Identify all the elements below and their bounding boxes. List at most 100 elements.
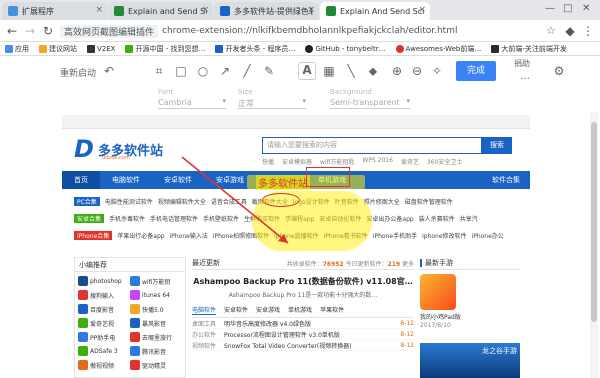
reload-icon[interactable]: ↻ — [40, 23, 56, 39]
ellipse-icon[interactable]: ○ — [196, 64, 210, 78]
site-search-input[interactable]: 请输入您要搜索的内容 — [262, 137, 482, 154]
app-item[interactable]: ADSafe 3 — [78, 345, 130, 357]
scrollbar-thumb[interactable] — [591, 122, 597, 322]
tab-pc-software[interactable]: 电脑软件 — [192, 305, 217, 315]
tab-extensions[interactable]: 扩展程序 × — [2, 2, 107, 20]
app-item[interactable]: itunes 64 — [130, 289, 182, 301]
fill-icon[interactable]: ⬥ — [366, 64, 380, 78]
screenshot-canvas[interactable]: D 多多软件站 ddooo.com 请输入您要搜索的内容 搜索 快播 安卓模拟器… — [62, 115, 530, 378]
close-tab-icon[interactable]: × — [95, 5, 103, 15]
tab-android-games[interactable]: 安卓游戏 — [256, 305, 280, 315]
annotation-ellipse[interactable] — [262, 193, 300, 207]
bookmark-oschina[interactable]: 开源中国 - 找到您想… — [120, 44, 210, 54]
done-button[interactable]: 完成 — [456, 61, 496, 81]
donate-link[interactable]: 捐助 — [514, 58, 530, 69]
bookmark-suggested[interactable]: 建议网站 — [34, 44, 82, 54]
hotword[interactable]: WPS 2016 — [362, 157, 393, 166]
close-window-icon[interactable]: ✕ — [582, 3, 590, 14]
app-item[interactable]: 去哪里旅行 — [130, 331, 182, 343]
item-title[interactable]: Processor流程图设计管理软件 v3.0单机版 — [224, 330, 394, 339]
bookmark-daqianduan[interactable]: 大前端-关注前端开发 — [486, 44, 572, 54]
tab-explain-send-active[interactable]: Explain And Send Scre… × — [320, 2, 430, 20]
site-logo[interactable]: D 多多软件站 ddooo.com — [74, 135, 194, 165]
app-item[interactable]: 搜狗输入 — [78, 289, 130, 301]
back-icon[interactable]: ← — [4, 23, 20, 39]
app-item[interactable]: 傲视视频 — [78, 359, 130, 371]
category-link[interactable]: 装人杀赛软件 — [419, 214, 455, 223]
url-field[interactable]: 高效网页截图编辑插件 chrome-extension://nlkifkbemd… — [60, 23, 540, 39]
app-item[interactable]: PP助手电 — [78, 331, 130, 343]
bookmark-toutiao[interactable]: 开发者头条 - 程序员… — [210, 44, 300, 54]
featured-title[interactable]: Ashampoo Backup Pro 11(数据备份软件) v11.08官… — [192, 276, 414, 287]
menu-icon[interactable]: ⋮ — [580, 23, 596, 39]
category-link[interactable]: 照片修图大全 — [364, 197, 400, 206]
category-link[interactable]: 磁盘软件管理软件 — [405, 197, 453, 206]
tab-explain-send-1[interactable]: Explain and Send Scre… × — [108, 2, 213, 20]
item-title[interactable]: SnowFox Total Video Converter(视频转换器) — [224, 341, 394, 350]
hotword[interactable]: 爱奇艺 — [401, 157, 419, 166]
rectangle-icon[interactable]: □ — [174, 64, 188, 78]
minimize-icon[interactable]: — — [545, 3, 555, 14]
close-tab-icon[interactable]: × — [307, 5, 315, 15]
background-select[interactable]: Semi-transparent — [330, 97, 410, 109]
game-name[interactable]: 我的小鸡Pad版 — [420, 312, 520, 321]
site-search-button[interactable]: 搜索 — [482, 137, 512, 154]
zoom-in-icon[interactable]: ⊕ — [390, 64, 404, 78]
nav-android-software[interactable]: 安卓软件 — [152, 171, 204, 189]
app-item[interactable]: 爱奇艺视 — [78, 317, 130, 329]
tab-duoduo[interactable]: 多多软件站-提供绿色软… × — [214, 2, 319, 20]
app-item[interactable]: 百度影音 — [78, 303, 130, 315]
more-link[interactable]: 更多 — [402, 261, 414, 268]
category-link[interactable]: iPhone手机助手 — [373, 231, 417, 240]
magic-icon[interactable]: ✧ — [430, 64, 444, 78]
bookmark-apps[interactable]: 应用 — [0, 44, 34, 54]
arrow-icon[interactable]: ↗ — [218, 64, 232, 78]
close-tab-icon[interactable]: × — [201, 5, 209, 15]
annotation-rectangle[interactable] — [306, 167, 350, 187]
extension-action-icon[interactable]: ◆ — [562, 23, 578, 39]
list-item[interactable]: 视频软件 SnowFox Total Video Converter(视频转换器… — [192, 340, 414, 351]
gear-icon[interactable]: ⚙ — [552, 64, 566, 78]
category-link[interactable]: 苹果出行必备app — [117, 231, 164, 240]
game-thumbnail[interactable] — [420, 274, 456, 310]
nav-collections[interactable]: 软件合集 — [492, 171, 520, 189]
category-link[interactable]: 手机电话管理软件 — [150, 214, 198, 223]
bookmark-awesomes[interactable]: Awesomes-Web前端… — [391, 44, 487, 54]
app-item[interactable]: 驱动精灵 — [130, 359, 182, 371]
nav-pc-software[interactable]: 电脑软件 — [100, 171, 152, 189]
bookmark-github[interactable]: GitHub - tonybeltr… — [300, 44, 390, 53]
category-link[interactable]: 电脑性能测试软件 — [105, 197, 153, 206]
category-link[interactable]: 共享汽 — [460, 214, 478, 223]
blur-icon[interactable]: ╲ — [344, 64, 358, 78]
font-select[interactable]: Cambria — [158, 97, 226, 109]
forward-icon[interactable]: → — [22, 23, 38, 39]
tab-apple-software[interactable]: 苹果软件 — [320, 305, 344, 315]
nav-home[interactable]: 首页 — [62, 171, 100, 189]
app-item[interactable]: wifi万能钥 — [130, 275, 182, 287]
size-select[interactable]: 正常 — [238, 97, 306, 109]
app-item[interactable]: 暴风影音 — [130, 317, 182, 329]
hotword[interactable]: 安卓模拟器 — [282, 157, 312, 166]
zoom-out-icon[interactable]: ⊖ — [410, 64, 424, 78]
category-link[interactable]: iphone修改软件 — [422, 231, 466, 240]
line-icon[interactable]: ╱ — [240, 64, 254, 78]
bookmark-v2ex[interactable]: V2EX — [82, 44, 120, 53]
category-link[interactable]: 安卓出办公备app — [366, 214, 413, 223]
restart-link[interactable]: 重新启动 — [60, 66, 96, 79]
list-item[interactable]: 办公软件 Processor流程图设计管理软件 v3.0单机版 8-12 — [192, 329, 414, 340]
hotword[interactable]: wifi万能钥匙 — [320, 157, 354, 166]
crop-icon[interactable]: ⌗ — [152, 64, 166, 78]
ellipsis-icon[interactable]: … — [518, 70, 532, 84]
app-item[interactable]: 腾讯影音 — [130, 345, 182, 357]
vertical-scrollbar[interactable] — [590, 112, 598, 378]
category-link[interactable]: iPhone办公 — [472, 231, 504, 240]
bookmark-star-icon[interactable]: ☆ — [546, 24, 556, 37]
item-title[interactable]: 明华音乐高度修改器 v4.0绿色版 — [224, 319, 394, 328]
category-link[interactable]: 手机壁纸软件 — [203, 214, 239, 223]
close-tab-icon[interactable]: × — [418, 5, 426, 15]
tab-pc-games[interactable]: 单机游戏 — [288, 305, 312, 315]
maximize-icon[interactable]: □ — [563, 3, 572, 14]
category-link[interactable]: 手机杀毒软件 — [109, 214, 145, 223]
pencil-icon[interactable]: ✎ — [262, 64, 276, 78]
tab-android-software[interactable]: 安卓软件 — [224, 305, 248, 315]
